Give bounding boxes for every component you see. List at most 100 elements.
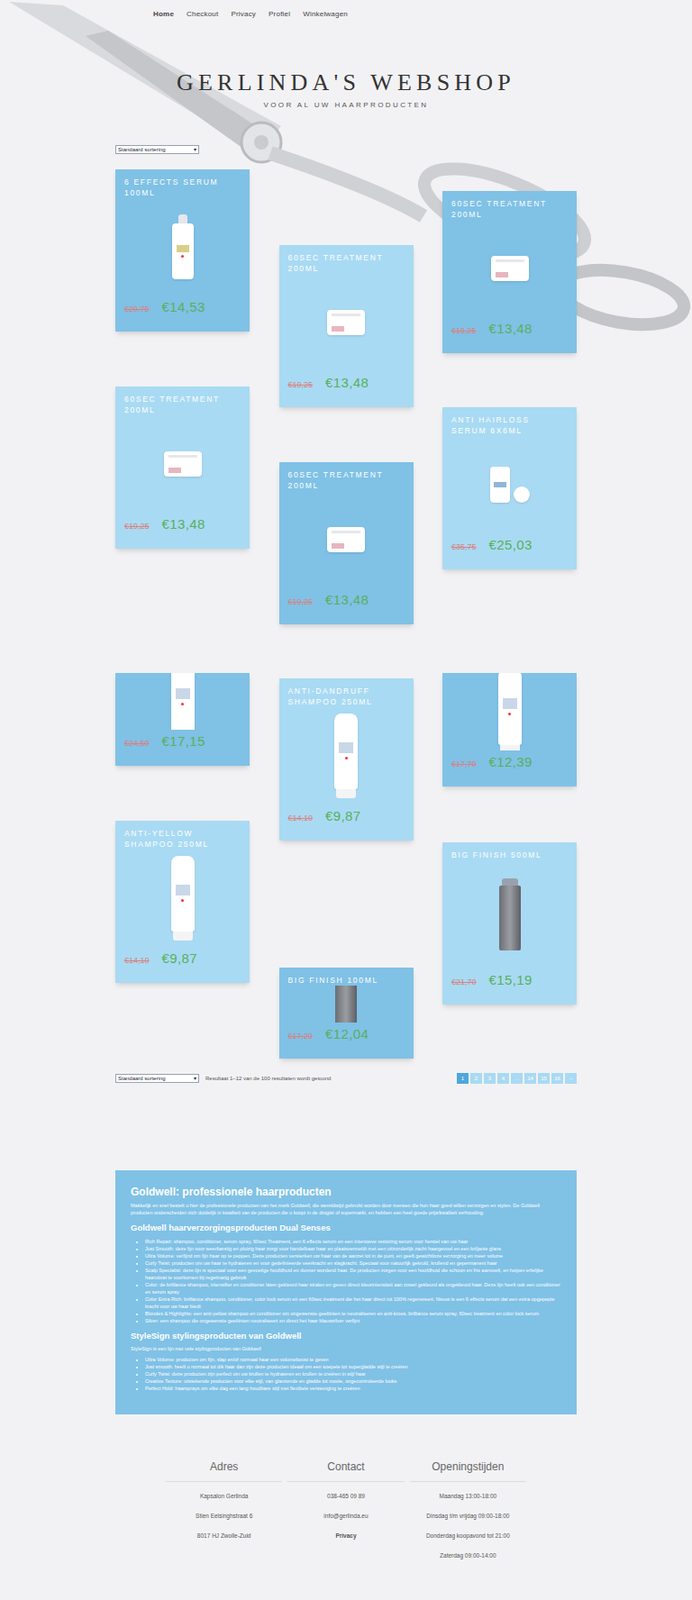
- product-title[interactable]: BIG FINISH 100ML: [279, 967, 414, 986]
- footer-line: 8017 HJ Zwolle-Zuid: [197, 1532, 252, 1540]
- site-subtitle: VOOR AL UW HAARPRODUCTEN: [263, 100, 428, 111]
- footer-line: Maandag 13:00-18:00: [439, 1493, 498, 1501]
- price: €9,87: [325, 806, 361, 828]
- info-heading: Goldwell: professionele haarproducten: [130, 1184, 562, 1200]
- info-list-item: Curly Twist: producten om uw haar te hyd…: [145, 1259, 562, 1267]
- price: €15,19: [489, 970, 533, 992]
- old-price: €19,25: [124, 520, 150, 534]
- product-card[interactable]: €24,50€17,15: [115, 673, 250, 766]
- product-title[interactable]: ANTI-DANDRUFF SHAMPOO 250ML: [279, 678, 414, 708]
- page-link[interactable]: 2: [470, 1073, 483, 1084]
- bottle-image: [171, 855, 195, 941]
- top-nav: Home Checkout Privacy Profiel Winkelwagen: [0, 0, 692, 19]
- product-card[interactable]: 60SEC TREATMENT 200ML €19,25 €13,48: [279, 245, 414, 408]
- product-title[interactable]: 60SEC TREATMENT 200ML: [442, 191, 577, 220]
- info-box: Goldwell: professionele haarproductenMak…: [115, 1170, 577, 1415]
- page-link[interactable]: 15: [537, 1073, 550, 1084]
- page-link[interactable]: …: [510, 1073, 523, 1084]
- page-link[interactable]: 16: [551, 1073, 564, 1084]
- info-list-item: Ultra Volume: producten om fijn, slap en…: [145, 1356, 562, 1364]
- site-header: GERLINDA'S WEBSHOPVOOR AL UW HAARPRODUCT…: [0, 69, 692, 111]
- product-image-area: [279, 985, 414, 1023]
- info-list-item: Curly Twist: deze producten zijn perfect…: [145, 1370, 562, 1378]
- product-title[interactable]: 60SEC TREATMENT 200ML: [279, 245, 414, 274]
- price: €13,48: [489, 318, 533, 340]
- info-list-item: Just Smooth: deze lijn voor weerbarstig …: [145, 1245, 562, 1253]
- product-card[interactable]: 6 EFFECTS SERUM 100ML €20,75€14,53: [115, 169, 250, 332]
- price: €13,48: [325, 590, 369, 611]
- price-row: €21,70€15,19: [442, 968, 577, 1006]
- price-row: €19,25 €13,48: [279, 588, 414, 626]
- jar-image: [327, 527, 365, 553]
- product-title[interactable]: 60SEC TREATMENT 200ML: [115, 386, 250, 416]
- info-list-item: Silver: een shampoo die ongewenste geelt…: [145, 1317, 562, 1325]
- product-image-area: [442, 673, 577, 751]
- footer-line: Zaterdag 09:00-14:00: [439, 1552, 497, 1560]
- product-image-area: [442, 436, 577, 534]
- footer-line: Dinsdag t/m vrijdag 09:00-18:00: [426, 1512, 510, 1521]
- info-list-item: Scalp Specialist: deze lijn is speciaal …: [145, 1266, 562, 1282]
- price-row: €20,75€14,53: [115, 295, 250, 333]
- product-card[interactable]: 60SEC TREATMENT 200ML€19,25€13,48: [115, 386, 250, 549]
- footer-line: 038-465 09 89: [327, 1493, 365, 1501]
- nav-link[interactable]: Privacy: [230, 9, 256, 19]
- old-price: €19,25: [451, 325, 477, 338]
- product-title[interactable]: 60SEC TREATMENT 200ML: [279, 462, 414, 492]
- footer-heading: Openingstijden: [409, 1459, 527, 1483]
- product-column: 60SEC TREATMENT 200ML €19,25 €13,48 ANTI HA…: [442, 169, 577, 1005]
- price: €25,03: [489, 535, 533, 556]
- product-card[interactable]: ANTI-YELLOW SHAMPOO 250ML €14,10€9,87: [115, 820, 250, 984]
- nav-link[interactable]: Home: [153, 9, 174, 19]
- info-list-item: Just smooth: heeft u normaal tot dik haa…: [145, 1363, 562, 1371]
- product-card[interactable]: BIG FINISH 500ML €21,70€15,19: [442, 842, 577, 1005]
- price-row: €14,10€9,87: [115, 946, 250, 984]
- price-row: €14,10€9,87: [279, 804, 414, 842]
- vial-image: [490, 466, 530, 503]
- product-card[interactable]: ANTI-DANDRUFF SHAMPOO 250ML €14,10€9,87: [279, 678, 414, 841]
- price: €12,04: [325, 1024, 369, 1046]
- footer-column: Contact038-465 09 89info@gerlinda.euPriv…: [287, 1459, 404, 1560]
- product-title[interactable]: ANTI-YELLOW SHAMPOO 250ML: [115, 820, 250, 850]
- sort-select-bottom[interactable]: Standaard sortering▾: [115, 1074, 200, 1084]
- footer: AdresKapsalon GerlindaStien Eelsinghstra…: [165, 1459, 527, 1578]
- product-image-area: [442, 219, 577, 318]
- product-title[interactable]: 6 EFFECTS SERUM 100ML: [115, 169, 250, 199]
- product-card[interactable]: BIG FINISH 100ML€17,20€12,04: [279, 967, 414, 1059]
- info-list-item: Color Extra Rich: brilliance shampoo, co…: [145, 1295, 562, 1311]
- page-link[interactable]: 3: [483, 1073, 496, 1084]
- page-link[interactable]: 1: [456, 1073, 469, 1084]
- old-price: €19,25: [288, 596, 314, 610]
- nav-link[interactable]: Checkout: [186, 9, 219, 19]
- nav-link[interactable]: Profiel: [268, 9, 291, 19]
- product-card[interactable]: 60SEC TREATMENT 200ML €19,25 €13,48: [279, 462, 414, 625]
- product-card[interactable]: €17,70€12,39: [442, 673, 577, 787]
- pump-bottle-image: [172, 214, 194, 280]
- product-grid: 6 EFFECTS SERUM 100ML €20,75€14,53 60SEC T…: [115, 169, 577, 1059]
- page-link[interactable]: 14: [524, 1073, 537, 1084]
- dropdown-arrow-icon: ▾: [193, 1074, 197, 1083]
- jar-image: [327, 309, 365, 336]
- info-paragraph: Makkelijk en snel bestelt u hier de prof…: [130, 1201, 562, 1217]
- info-list-item: Creative Texture: uitstekende producten …: [145, 1377, 562, 1385]
- footer-line[interactable]: Privacy: [335, 1532, 356, 1540]
- price-row: €24,50€17,15: [115, 729, 250, 767]
- old-price: €19,25: [288, 379, 314, 392]
- footer-column: AdresKapsalon GerlindaStien Eelsinghstra…: [165, 1459, 283, 1560]
- pagination: 1234…141516→: [456, 1073, 577, 1084]
- info-paragraph: StyleSign is een lijn met vele stylingpr…: [130, 1345, 562, 1353]
- price: €12,39: [489, 752, 533, 774]
- footer-line: Stien Eelsinghstraat 6: [195, 1512, 253, 1521]
- sort-select[interactable]: Standaard sortering▾: [115, 145, 200, 155]
- info-list: Ultra Volume: producten om fijn, slap en…: [130, 1356, 562, 1393]
- product-card[interactable]: 60SEC TREATMENT 200ML €19,25 €13,48: [442, 191, 577, 354]
- price: €13,48: [325, 373, 369, 394]
- product-title[interactable]: ANTI HAIRLOSS SERUM 6X6ML: [442, 407, 577, 437]
- footer-line: Kapsalon Gerlinda: [200, 1493, 248, 1501]
- page-link[interactable]: →: [564, 1073, 577, 1084]
- product-card[interactable]: ANTI HAIRLOSS SERUM 6X6ML€35,75€25,03: [442, 407, 577, 570]
- nav-link[interactable]: Winkelwagen: [302, 9, 348, 19]
- info-list-item: Ultra Volume: verfijnd om fijn haar op t…: [145, 1252, 562, 1260]
- product-title[interactable]: BIG FINISH 500ML: [442, 842, 577, 861]
- page-link[interactable]: 4: [497, 1073, 510, 1084]
- dropdown-arrow-icon: ▾: [193, 145, 197, 154]
